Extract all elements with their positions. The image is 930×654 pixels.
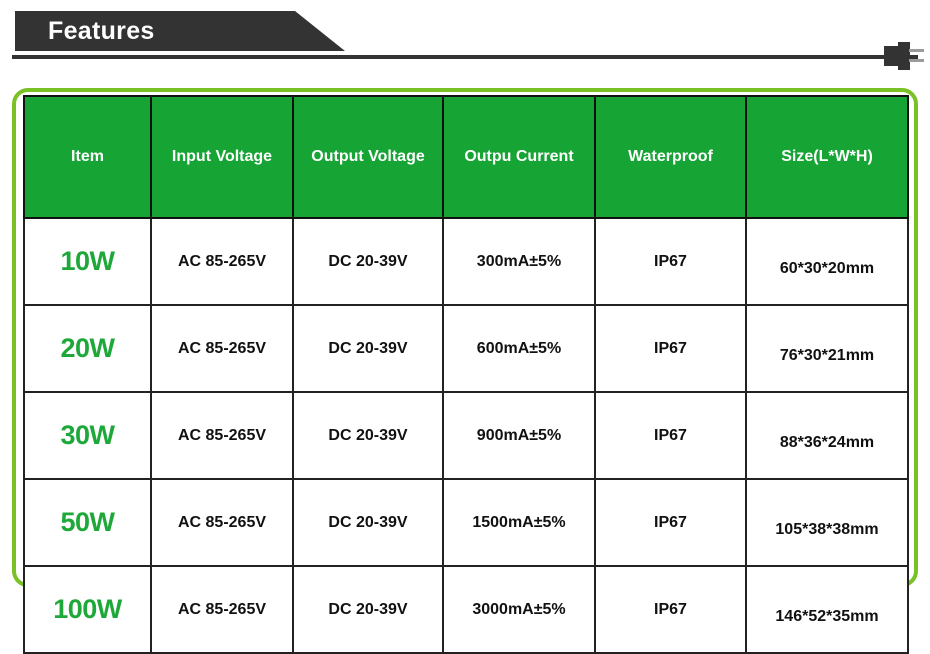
cell-output-current: 1500mA±5% <box>442 478 596 567</box>
table-row: 10W AC 85-265V DC 20-39V 300mA±5% IP67 6… <box>23 217 909 306</box>
table-header-row: Item Input Voltage Output Voltage Outpu … <box>23 95 909 219</box>
column-header-waterproof: Waterproof <box>594 95 747 219</box>
cell-waterproof: IP67 <box>594 391 747 480</box>
column-header-item: Item <box>23 95 152 219</box>
page-title: Features <box>48 17 155 45</box>
cell-item: 30W <box>23 391 152 480</box>
cell-size: 105*38*38mm <box>745 478 909 567</box>
cell-waterproof: IP67 <box>594 478 747 567</box>
cell-input-voltage: AC 85-265V <box>150 304 294 393</box>
column-header-output-voltage: Output Voltage <box>292 95 444 219</box>
cell-waterproof: IP67 <box>594 565 747 654</box>
cell-item: 10W <box>23 217 152 306</box>
cell-item: 100W <box>23 565 152 654</box>
features-header: Features <box>0 0 930 78</box>
column-header-output-current: Outpu Current <box>442 95 596 219</box>
column-header-input-voltage: Input Voltage <box>150 95 294 219</box>
cell-output-current: 3000mA±5% <box>442 565 596 654</box>
cell-input-voltage: AC 85-265V <box>150 217 294 306</box>
table-row: 30W AC 85-265V DC 20-39V 900mA±5% IP67 8… <box>23 391 909 480</box>
specification-table: Item Input Voltage Output Voltage Outpu … <box>23 95 909 654</box>
cell-input-voltage: AC 85-265V <box>150 478 294 567</box>
cell-size: 146*52*35mm <box>745 565 909 654</box>
header-divider <box>12 55 918 59</box>
cell-output-current: 300mA±5% <box>442 217 596 306</box>
cell-output-voltage: DC 20-39V <box>292 478 444 567</box>
column-header-size: Size(L*W*H) <box>745 95 909 219</box>
cell-waterproof: IP67 <box>594 304 747 393</box>
cell-output-current: 600mA±5% <box>442 304 596 393</box>
plug-pin-top <box>909 49 924 52</box>
cell-item: 20W <box>23 304 152 393</box>
plug-pin-bottom <box>909 59 924 62</box>
cell-size: 88*36*24mm <box>745 391 909 480</box>
cell-output-voltage: DC 20-39V <box>292 304 444 393</box>
cell-size: 60*30*20mm <box>745 217 909 306</box>
cell-output-current: 900mA±5% <box>442 391 596 480</box>
table-row: 20W AC 85-265V DC 20-39V 600mA±5% IP67 7… <box>23 304 909 393</box>
cell-waterproof: IP67 <box>594 217 747 306</box>
table-row: 50W AC 85-265V DC 20-39V 1500mA±5% IP67 … <box>23 478 909 567</box>
cell-item: 50W <box>23 478 152 567</box>
power-plug-icon <box>872 40 924 72</box>
cell-output-voltage: DC 20-39V <box>292 565 444 654</box>
cell-input-voltage: AC 85-265V <box>150 565 294 654</box>
plug-neck <box>898 42 910 70</box>
cell-input-voltage: AC 85-265V <box>150 391 294 480</box>
table-row: 100W AC 85-265V DC 20-39V 3000mA±5% IP67… <box>23 565 909 654</box>
cell-output-voltage: DC 20-39V <box>292 217 444 306</box>
cell-output-voltage: DC 20-39V <box>292 391 444 480</box>
cell-size: 76*30*21mm <box>745 304 909 393</box>
